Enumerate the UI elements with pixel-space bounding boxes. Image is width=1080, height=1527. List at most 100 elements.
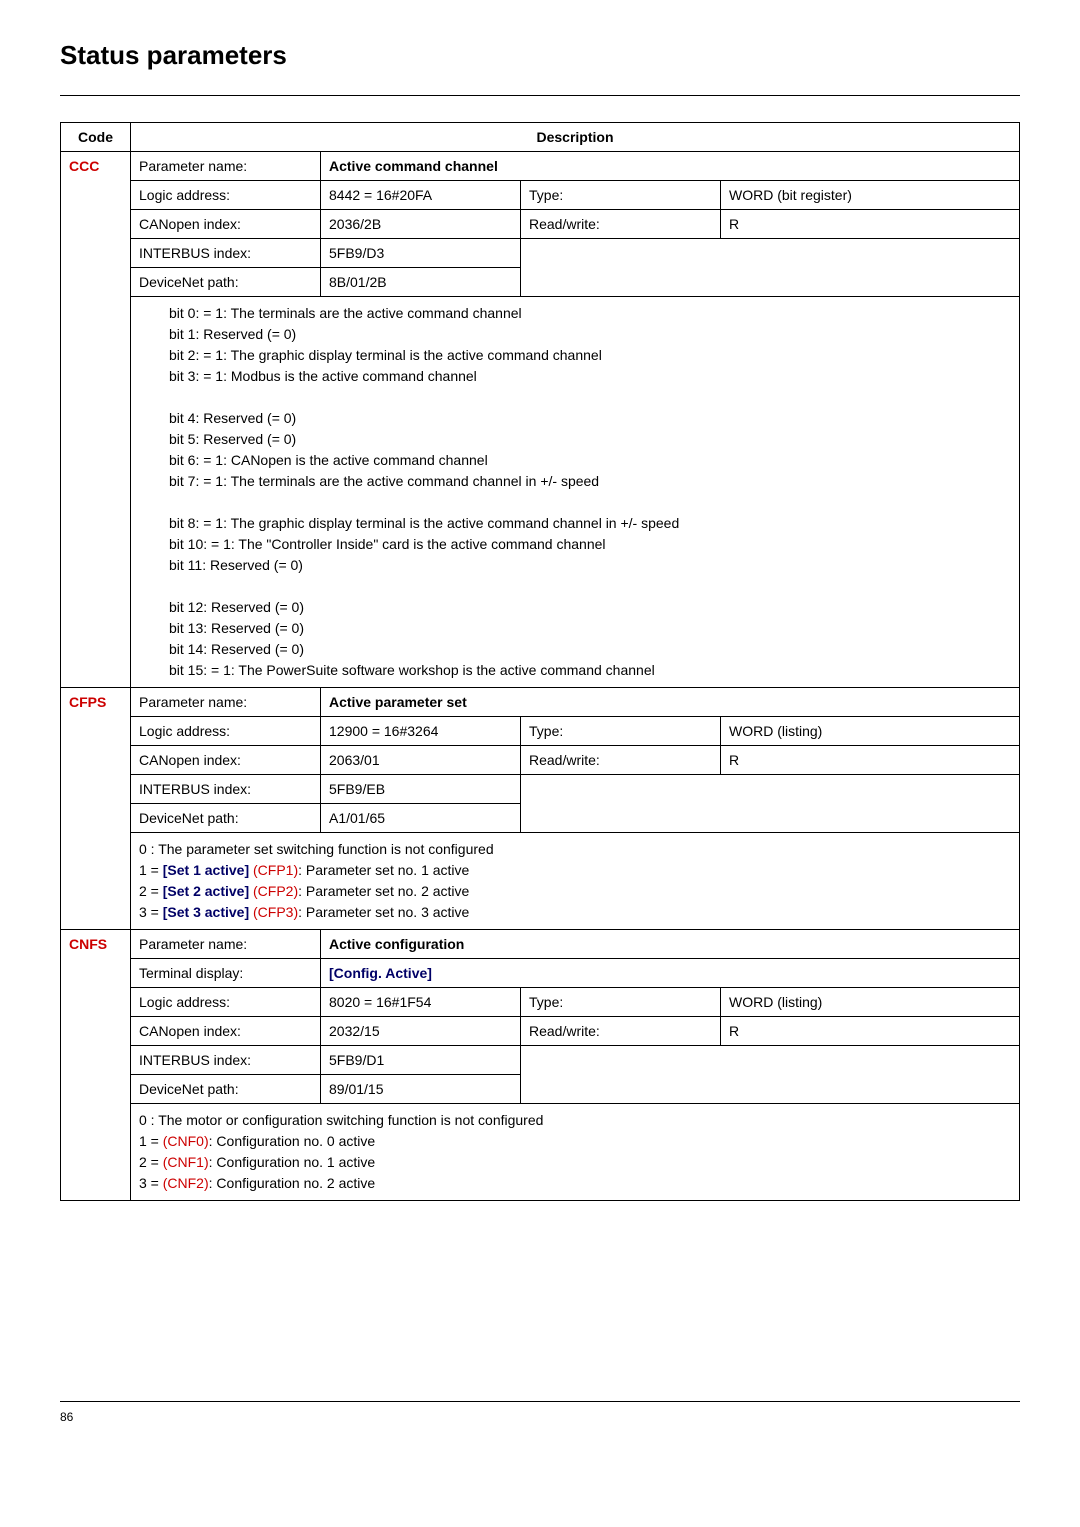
label-devicenet: DeviceNet path: xyxy=(131,268,321,297)
cnfs-rw: R xyxy=(721,1017,1020,1046)
cfps-interbus: 5FB9/EB xyxy=(321,775,521,804)
ccc-name: Active command channel xyxy=(321,152,1020,181)
bit-line: bit 7: = 1: The terminals are the active… xyxy=(169,471,1011,492)
label-type: Type: xyxy=(521,988,721,1017)
bit-line: bit 3: = 1: Modbus is the active command… xyxy=(169,366,1011,387)
code-ccc: CCC xyxy=(61,152,131,688)
label-rw: Read/write: xyxy=(521,1017,721,1046)
desc-line: 2 = (CNF1): Configuration no. 1 active xyxy=(139,1152,1011,1173)
desc-line: 1 = [Set 1 active] (CFP1): Parameter set… xyxy=(139,860,1011,881)
label-type: Type: xyxy=(521,717,721,746)
cfps-logic-addr: 12900 = 16#3264 xyxy=(321,717,521,746)
label-rw: Read/write: xyxy=(521,746,721,775)
code-cnfs: CNFS xyxy=(61,930,131,1201)
label-logic-addr: Logic address: xyxy=(131,717,321,746)
label-interbus: INTERBUS index: xyxy=(131,775,321,804)
table-row: CCC Parameter name: Active command chann… xyxy=(61,152,1020,181)
empty-cell xyxy=(521,239,1020,297)
desc-line: 3 = (CNF2): Configuration no. 2 active xyxy=(139,1173,1011,1194)
cfps-rw: R xyxy=(721,746,1020,775)
page-number: 86 xyxy=(60,1410,1020,1424)
desc-line: 1 = (CNF0): Configuration no. 0 active xyxy=(139,1131,1011,1152)
ccc-canopen: 2036/2B xyxy=(321,210,521,239)
table-row: Logic address: 8442 = 16#20FA Type: WORD… xyxy=(61,181,1020,210)
ccc-rw: R xyxy=(721,210,1020,239)
ccc-type: WORD (bit register) xyxy=(721,181,1020,210)
label-canopen: CANopen index: xyxy=(131,1017,321,1046)
table-row: INTERBUS index: 5FB9/D3 xyxy=(61,239,1020,268)
label-interbus: INTERBUS index: xyxy=(131,239,321,268)
desc-line: 0 : The parameter set switching function… xyxy=(139,839,1011,860)
bit-line: bit 8: = 1: The graphic display terminal… xyxy=(169,513,1011,534)
cnfs-interbus: 5FB9/D1 xyxy=(321,1046,521,1075)
label-devicenet: DeviceNet path: xyxy=(131,1075,321,1104)
ccc-devicenet: 8B/01/2B xyxy=(321,268,521,297)
cnfs-devicenet: 89/01/15 xyxy=(321,1075,521,1104)
bit-line: bit 12: Reserved (= 0) xyxy=(169,597,1011,618)
header-code: Code xyxy=(61,123,131,152)
bit-line: bit 4: Reserved (= 0) xyxy=(169,408,1011,429)
table-row: bit 0: = 1: The terminals are the active… xyxy=(61,297,1020,688)
ccc-logic-addr: 8442 = 16#20FA xyxy=(321,181,521,210)
table-header-row: Code Description xyxy=(61,123,1020,152)
cfps-canopen: 2063/01 xyxy=(321,746,521,775)
header-description: Description xyxy=(131,123,1020,152)
table-row: CFPS Parameter name: Active parameter se… xyxy=(61,688,1020,717)
cnfs-type: WORD (listing) xyxy=(721,988,1020,1017)
table-row: Terminal display: [Config. Active] xyxy=(61,959,1020,988)
table-row: CANopen index: 2032/15 Read/write: R xyxy=(61,1017,1020,1046)
page-title: Status parameters xyxy=(60,40,1020,71)
label-devicenet: DeviceNet path: xyxy=(131,804,321,833)
label-canopen: CANopen index: xyxy=(131,746,321,775)
label-type: Type: xyxy=(521,181,721,210)
table-row: 0 : The motor or configuration switching… xyxy=(61,1104,1020,1201)
desc-line: 2 = [Set 2 active] (CFP2): Parameter set… xyxy=(139,881,1011,902)
label-param-name: Parameter name: xyxy=(131,930,321,959)
bit-line: bit 10: = 1: The "Controller Inside" car… xyxy=(169,534,1011,555)
table-row: Logic address: 12900 = 16#3264 Type: WOR… xyxy=(61,717,1020,746)
bit-line: bit 5: Reserved (= 0) xyxy=(169,429,1011,450)
table-row: CANopen index: 2036/2B Read/write: R xyxy=(61,210,1020,239)
cnfs-logic-addr: 8020 = 16#1F54 xyxy=(321,988,521,1017)
label-logic-addr: Logic address: xyxy=(131,988,321,1017)
bit-line: bit 1: Reserved (= 0) xyxy=(169,324,1011,345)
table-row: INTERBUS index: 5FB9/EB xyxy=(61,775,1020,804)
parameter-table: Code Description CCC Parameter name: Act… xyxy=(60,122,1020,1201)
cfps-type: WORD (listing) xyxy=(721,717,1020,746)
bit-line: bit 0: = 1: The terminals are the active… xyxy=(169,303,1011,324)
cnfs-name: Active configuration xyxy=(321,930,1020,959)
bit-line: bit 11: Reserved (= 0) xyxy=(169,555,1011,576)
label-param-name: Parameter name: xyxy=(131,152,321,181)
table-row: INTERBUS index: 5FB9/D1 xyxy=(61,1046,1020,1075)
table-row: Logic address: 8020 = 16#1F54 Type: WORD… xyxy=(61,988,1020,1017)
desc-line: 3 = [Set 3 active] (CFP3): Parameter set… xyxy=(139,902,1011,923)
empty-cell xyxy=(521,775,1020,833)
label-logic-addr: Logic address: xyxy=(131,181,321,210)
cnfs-terminal-display: [Config. Active] xyxy=(321,959,1020,988)
label-canopen: CANopen index: xyxy=(131,210,321,239)
cnfs-desc: 0 : The motor or configuration switching… xyxy=(131,1104,1020,1201)
empty-cell xyxy=(521,1046,1020,1104)
cfps-desc: 0 : The parameter set switching function… xyxy=(131,833,1020,930)
top-divider xyxy=(60,95,1020,96)
table-row: 0 : The parameter set switching function… xyxy=(61,833,1020,930)
cfps-devicenet: A1/01/65 xyxy=(321,804,521,833)
bit-line: bit 15: = 1: The PowerSuite software wor… xyxy=(169,660,1011,681)
ccc-bits: bit 0: = 1: The terminals are the active… xyxy=(131,297,1020,688)
cfps-name: Active parameter set xyxy=(321,688,1020,717)
label-terminal-display: Terminal display: xyxy=(131,959,321,988)
bit-line: bit 13: Reserved (= 0) xyxy=(169,618,1011,639)
label-param-name: Parameter name: xyxy=(131,688,321,717)
label-interbus: INTERBUS index: xyxy=(131,1046,321,1075)
bit-line: bit 2: = 1: The graphic display terminal… xyxy=(169,345,1011,366)
cnfs-canopen: 2032/15 xyxy=(321,1017,521,1046)
bit-line: bit 6: = 1: CANopen is the active comman… xyxy=(169,450,1011,471)
label-rw: Read/write: xyxy=(521,210,721,239)
code-cfps: CFPS xyxy=(61,688,131,930)
bottom-divider xyxy=(60,1401,1020,1402)
desc-line: 0 : The motor or configuration switching… xyxy=(139,1110,1011,1131)
table-row: CANopen index: 2063/01 Read/write: R xyxy=(61,746,1020,775)
table-row: CNFS Parameter name: Active configuratio… xyxy=(61,930,1020,959)
bit-line: bit 14: Reserved (= 0) xyxy=(169,639,1011,660)
ccc-interbus: 5FB9/D3 xyxy=(321,239,521,268)
